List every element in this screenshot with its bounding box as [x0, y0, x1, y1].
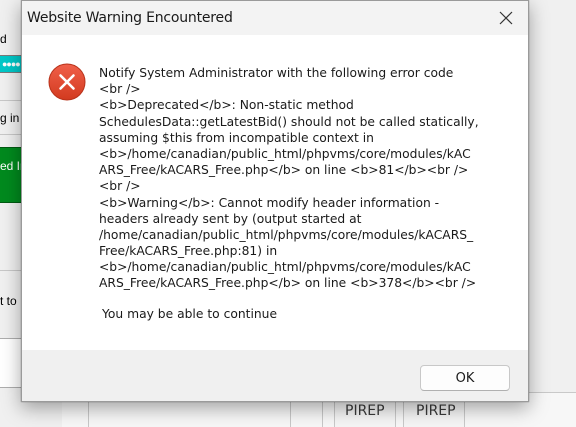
message-line: ARS_Free/kACARS_Free.php</b> on line <b>… [99, 276, 477, 291]
message-line: <b>/home/canadian/public_html/phpvms/cor… [99, 260, 471, 275]
message-line: <b>/home/canadian/public_html/phpvms/cor… [99, 146, 471, 161]
message-line: Notify System Administrator with the fol… [99, 66, 454, 80]
background-label-fragment: g in [0, 111, 20, 125]
grid-header-pirep: PIREP [345, 403, 385, 419]
message-line: <br /> [99, 82, 141, 97]
message-line: Free/kACARS_Free.php:81) in [99, 244, 278, 259]
close-icon [499, 11, 513, 25]
message-line: /home/canadian/public_html/phpvms/core/m… [99, 227, 474, 242]
message-line: <b>Warning</b>: Cannot modify header inf… [99, 195, 440, 210]
error-message: Notify System Administrator with the fol… [99, 65, 519, 292]
message-line: assuming $this from incompatible context… [99, 130, 374, 145]
password-mask: ●●●● [2, 59, 21, 69]
dialog-titlebar[interactable]: Website Warning Encountered [22, 1, 528, 35]
grid-header-pirep: PIREP [416, 403, 456, 419]
ok-button[interactable]: OK [420, 365, 510, 391]
dialog-title: Website Warning Encountered [27, 10, 233, 26]
background-panel [0, 338, 22, 388]
warning-dialog: Website Warning Encountered Notify Syste… [21, 0, 529, 402]
close-button[interactable] [484, 1, 528, 35]
message-line: ARS_Free/kACARS_Free.php</b> on line <b>… [99, 163, 469, 178]
dialog-content: Notify System Administrator with the fol… [22, 35, 528, 350]
background-label-fragment: d [0, 32, 7, 46]
background-label-fragment: t to [0, 294, 17, 308]
message-line: <b>Deprecated</b>: Non-static method [99, 98, 354, 113]
divider [0, 134, 22, 135]
message-line: SchedulesData::getLatestBid() should not… [99, 114, 479, 129]
divider [0, 100, 22, 101]
continue-message: You may be able to continue [102, 307, 278, 321]
message-line: headers already sent by (output started … [99, 211, 362, 226]
divider [0, 270, 22, 271]
message-line: <br /> [99, 179, 141, 194]
error-icon [48, 63, 86, 101]
